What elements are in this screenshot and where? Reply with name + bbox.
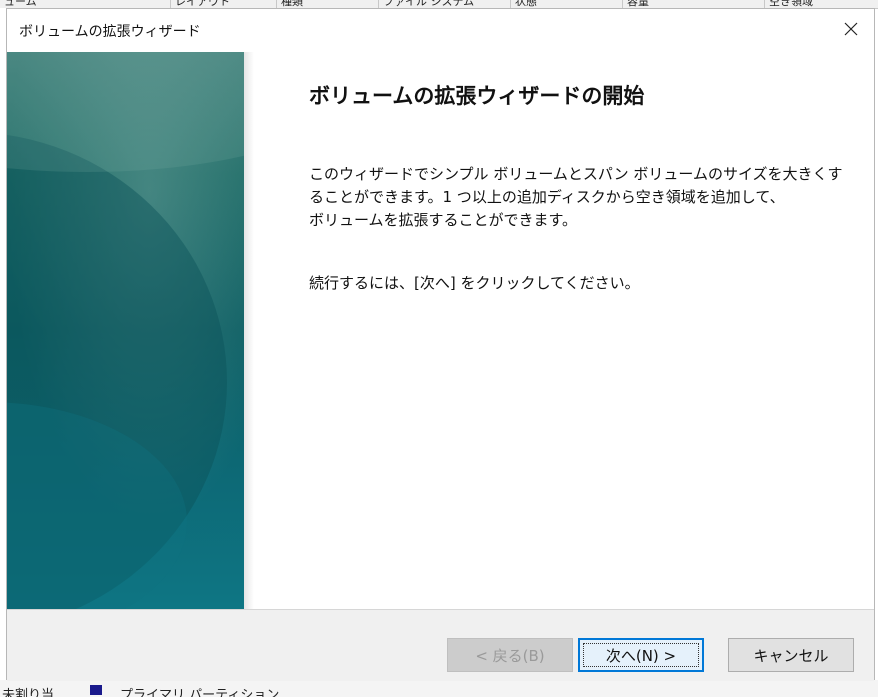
cancel-button[interactable]: キャンセル: [728, 638, 854, 672]
bg-col-status: 状態: [510, 0, 625, 8]
dialog-title: ボリュームの拡張ウィザード: [19, 24, 201, 40]
close-button[interactable]: [828, 9, 874, 52]
bg-col-volume: ューム: [4, 0, 37, 8]
next-button[interactable]: 次へ(N) >: [578, 638, 704, 672]
continue-hint: 続行するには、[次へ] をクリックしてください。: [309, 274, 640, 292]
extend-volume-wizard-dialog: ボリュームの拡張ウィザード ボリュームの拡張ウィザードの開始 このウィザードでシ…: [6, 8, 875, 681]
bg-col-filesystem: ファイル システム: [378, 0, 513, 8]
banner-graphic: [7, 52, 244, 609]
legend-swatch: [90, 685, 102, 695]
background-disk-legend: 未割り当 プライマリ パーティション: [0, 680, 878, 697]
description-line: ることができます。1 つ以上の追加ディスクから空き領域を追加して、: [309, 188, 785, 206]
description-text: このウィザードでシンプル ボリュームとスパン ボリュームのサイズを大きくす るこ…: [309, 163, 843, 232]
back-button[interactable]: < 戻る(B): [447, 638, 573, 672]
bg-col-free: 空き領域: [764, 0, 878, 8]
cancel-button-label: キャンセル: [753, 646, 829, 665]
focus-rectangle: [583, 643, 699, 667]
bg-col-type: 種類: [276, 0, 381, 8]
bg-col-layout: レイアウト: [170, 0, 275, 8]
button-bar: < 戻る(B) 次へ(N) > キャンセル: [7, 609, 874, 681]
back-button-label: < 戻る(B): [475, 646, 545, 665]
banner-shadow: [244, 52, 254, 609]
description-line: このウィザードでシンプル ボリュームとスパン ボリュームのサイズを大きくす: [309, 165, 843, 183]
bg-col-capacity: 容量: [622, 0, 767, 8]
close-icon: [844, 21, 858, 40]
legend-unallocated: 未割り当: [2, 688, 55, 697]
description-line: ボリュームを拡張することができます。: [309, 211, 578, 229]
wizard-side-banner: [7, 52, 244, 609]
title-bar[interactable]: ボリュームの拡張ウィザード: [7, 9, 874, 52]
legend-primary: プライマリ パーティション: [120, 688, 280, 697]
page-title: ボリュームの拡張ウィザードの開始: [309, 84, 645, 108]
